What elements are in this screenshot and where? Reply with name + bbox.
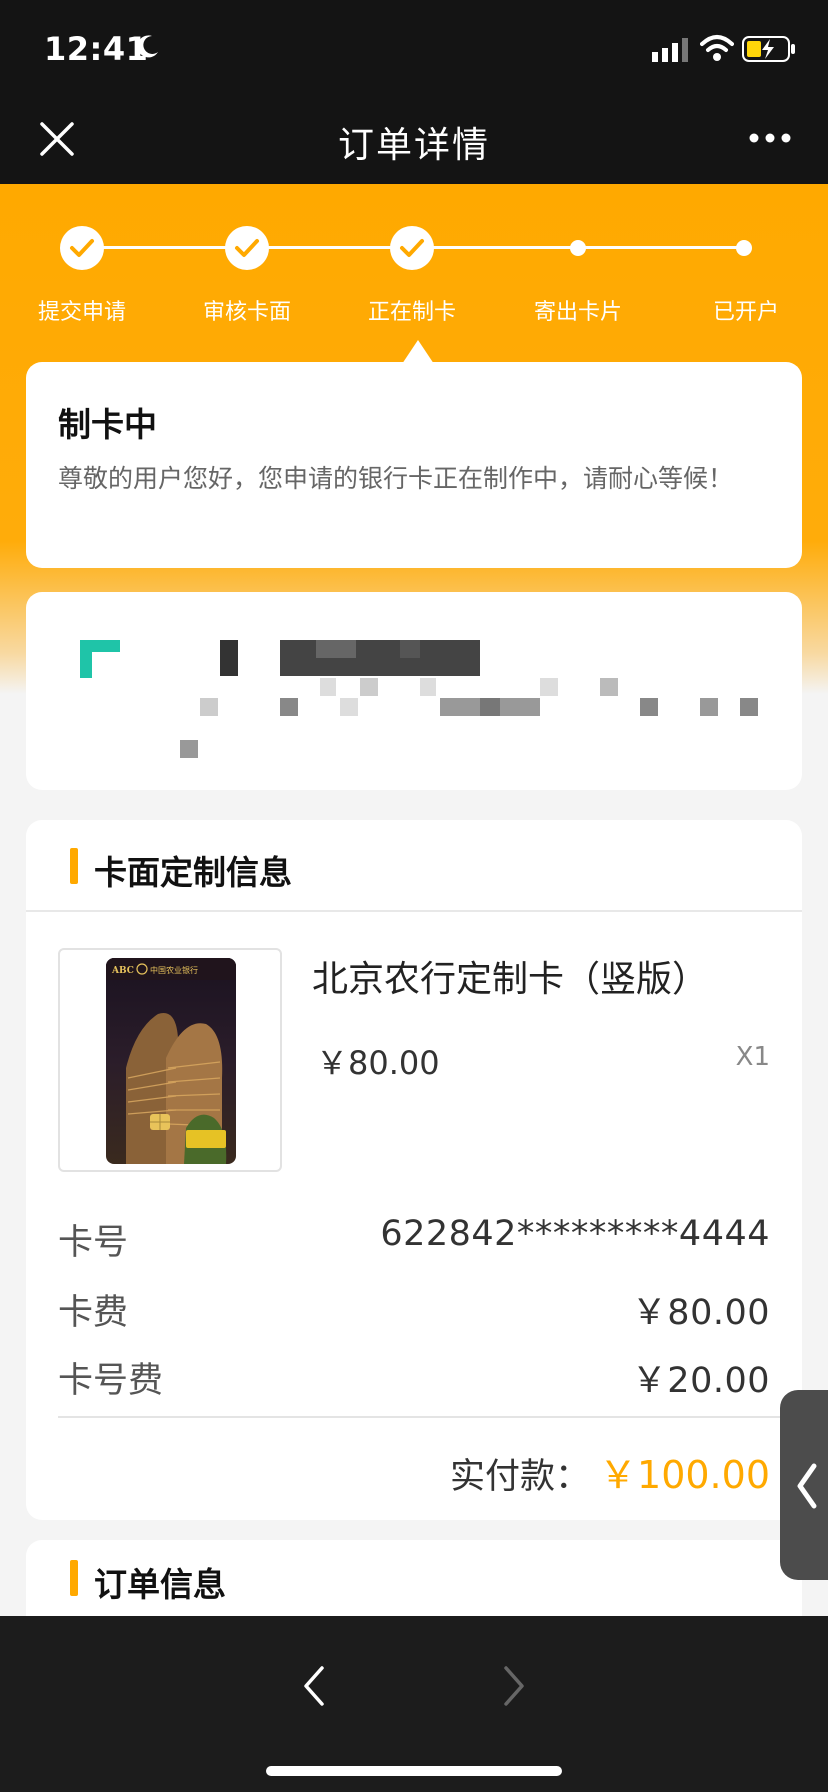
redacted-address-card bbox=[26, 592, 802, 790]
order-info-section: 订单信息 bbox=[26, 1540, 802, 1620]
back-arrow-icon[interactable] bbox=[296, 1660, 332, 1712]
card-number-value: 622842*********4444 bbox=[380, 1214, 770, 1254]
total-divider bbox=[58, 1416, 802, 1418]
order-section-title: 订单信息 bbox=[94, 1565, 226, 1604]
card-bank-text: 中国农业银行 bbox=[150, 965, 198, 975]
status-notch bbox=[402, 340, 434, 364]
section-accent-bar bbox=[70, 1560, 78, 1596]
step-5-pending bbox=[736, 240, 752, 256]
battery-icon bbox=[742, 36, 795, 62]
step-label: 正在制卡 bbox=[367, 300, 456, 325]
card-number-label: 卡号 bbox=[58, 1223, 129, 1263]
more-icon[interactable] bbox=[748, 132, 792, 144]
section-divider bbox=[26, 910, 802, 912]
check-icon bbox=[70, 239, 94, 257]
number-fee-label: 卡号费 bbox=[58, 1361, 164, 1401]
nav-bar: 订单详情 bbox=[0, 92, 828, 184]
status-card: 制卡中 尊敬的用户您好，您申请的银行卡正在制作中，请耐心等候！ bbox=[26, 362, 802, 568]
total-value: ￥100.00 bbox=[599, 1453, 770, 1497]
total-label: 实付款： bbox=[449, 1457, 590, 1497]
product-name: 北京农行定制卡（竖版） bbox=[312, 959, 709, 1000]
collapse-arrow-icon bbox=[797, 1463, 817, 1509]
check-icon bbox=[400, 239, 424, 257]
card-brand-text: ABC bbox=[111, 966, 134, 976]
card-info-section: 卡面定制信息 ABC 中国农业银行 北京农行定制卡（竖版） ￥80.00 X1 … bbox=[26, 820, 802, 1520]
check-icon bbox=[235, 239, 259, 257]
step-label: 审核卡面 bbox=[202, 300, 291, 325]
forward-arrow-icon[interactable] bbox=[496, 1660, 532, 1712]
step-label: 已开户 bbox=[712, 300, 779, 325]
product-price: ￥80.00 bbox=[316, 1044, 440, 1082]
step-label: 寄出卡片 bbox=[533, 300, 622, 325]
side-collapse-tab[interactable] bbox=[780, 1390, 828, 1580]
bank-card-image: ABC 中国农业银行 bbox=[106, 958, 236, 1164]
card-thumbnail[interactable]: ABC 中国农业银行 bbox=[58, 948, 282, 1172]
product-quantity: X1 bbox=[735, 1042, 770, 1072]
moon-icon bbox=[137, 35, 158, 58]
status-bar: 12:41 bbox=[0, 0, 828, 92]
step-label: 提交申请 bbox=[37, 300, 126, 325]
step-1-done bbox=[60, 226, 104, 270]
status-title: 制卡中 bbox=[58, 405, 157, 444]
section-title: 卡面定制信息 bbox=[94, 853, 292, 892]
card-fee-value: ￥80.00 bbox=[631, 1293, 770, 1333]
card-fee-label: 卡费 bbox=[58, 1293, 129, 1333]
number-fee-value: ￥20.00 bbox=[631, 1361, 770, 1401]
status-time: 12:41 bbox=[44, 30, 149, 68]
step-4-pending bbox=[570, 240, 586, 256]
browser-toolbar bbox=[0, 1616, 828, 1792]
page-title: 订单详情 bbox=[337, 125, 490, 166]
wifi-icon bbox=[700, 35, 734, 61]
home-indicator bbox=[266, 1766, 562, 1776]
step-2-done bbox=[225, 226, 269, 270]
step-3-done bbox=[390, 226, 434, 270]
status-description: 尊敬的用户您好，您申请的银行卡正在制作中，请耐心等候！ bbox=[58, 464, 734, 493]
signal-icon bbox=[652, 38, 688, 62]
section-accent-bar bbox=[70, 848, 78, 884]
